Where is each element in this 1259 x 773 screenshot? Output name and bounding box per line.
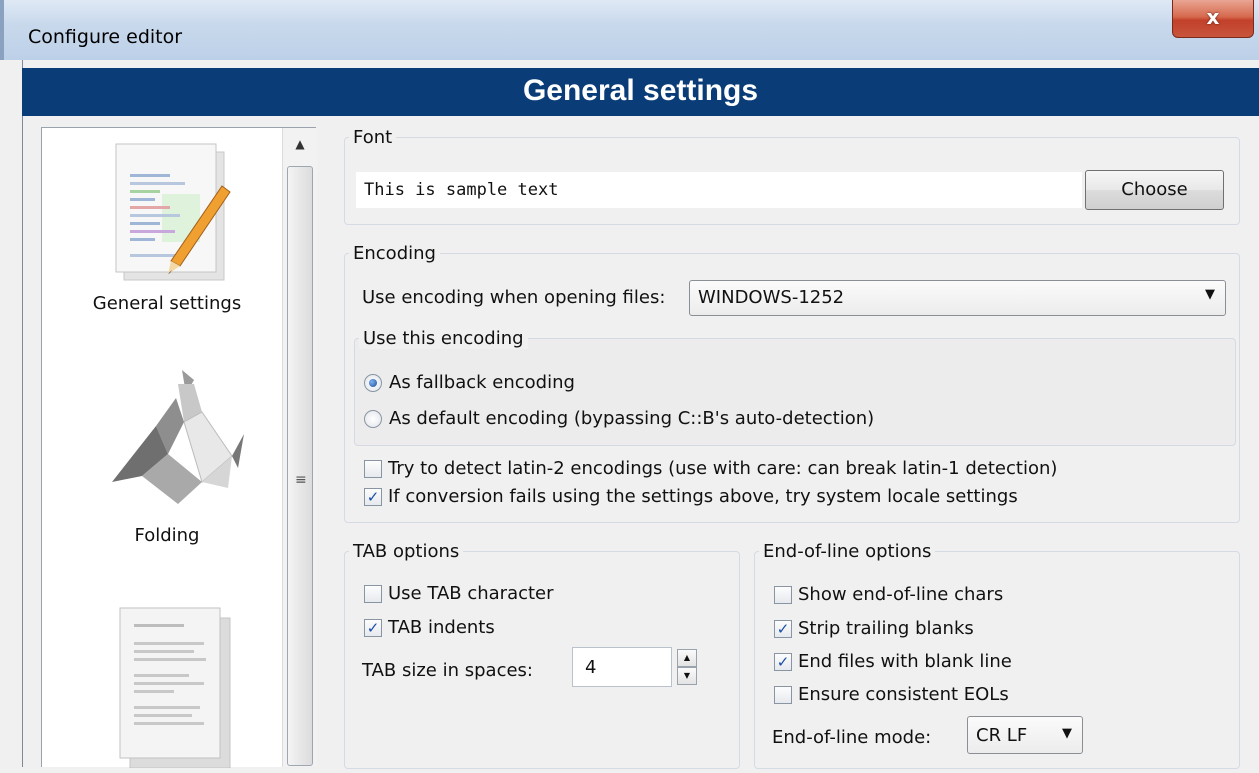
- sidebar-item-document[interactable]: [42, 598, 292, 773]
- tab-indents-checkbox[interactable]: ✓: [364, 618, 382, 637]
- page-title: General settings: [22, 68, 1259, 116]
- spin-down-button[interactable]: ▼: [677, 667, 697, 685]
- end-blank-line-checkbox[interactable]: ✓: [774, 652, 792, 671]
- tab-indents-checkbox-row[interactable]: ✓ TAB indents: [364, 617, 495, 638]
- radio-fallback-indicator[interactable]: [364, 373, 382, 392]
- locale-checkbox[interactable]: ✓: [364, 487, 382, 506]
- tab-size-value: 4: [585, 657, 597, 678]
- tab-options-legend: TAB options: [353, 541, 460, 562]
- eol-options-legend: End-of-line options: [763, 541, 932, 562]
- scroll-up-icon[interactable]: ▲: [283, 128, 317, 160]
- eol-mode-label: End-of-line mode:: [772, 727, 932, 748]
- use-tab-label: Use TAB character: [388, 583, 554, 604]
- latin2-detect-checkbox-row[interactable]: Try to detect latin-2 encodings (use wit…: [364, 458, 1057, 479]
- close-button[interactable]: x: [1172, 0, 1254, 38]
- strip-blanks-label: Strip trailing blanks: [798, 618, 974, 639]
- choose-font-button[interactable]: Choose: [1085, 170, 1224, 210]
- scrollbar-thumb[interactable]: ≡: [287, 166, 313, 766]
- radio-default-encoding[interactable]: As default encoding (bypassing C::B's au…: [364, 408, 874, 429]
- tab-size-input[interactable]: 4: [572, 647, 672, 687]
- chevron-down-icon: ▼: [1062, 726, 1072, 741]
- category-list[interactable]: General settings Folding: [41, 127, 316, 769]
- encoding-open-label: Use encoding when opening files:: [362, 287, 666, 308]
- latin2-label: Try to detect latin-2 encodings (use wit…: [388, 458, 1058, 479]
- spin-up-button[interactable]: ▲: [677, 649, 697, 667]
- show-eol-checkbox-row[interactable]: Show end-of-line chars: [774, 584, 1003, 605]
- consistent-eol-label: Ensure consistent EOLs: [798, 684, 1009, 705]
- folding-icon: [112, 370, 244, 504]
- use-tab-checkbox-row[interactable]: Use TAB character: [364, 583, 554, 604]
- eol-mode-select[interactable]: CR LF ▼: [967, 716, 1083, 754]
- font-sample-text: This is sample text: [364, 180, 559, 200]
- title-bar: Configure editor: [0, 0, 1259, 60]
- consistent-eol-checkbox[interactable]: [774, 685, 792, 704]
- chevron-down-icon: ▼: [1205, 287, 1215, 302]
- show-eol-checkbox[interactable]: [774, 585, 792, 604]
- end-blank-line-label: End files with blank line: [798, 651, 1012, 672]
- strip-blanks-checkbox[interactable]: ✓: [774, 619, 792, 638]
- show-eol-label: Show end-of-line chars: [798, 584, 1004, 605]
- sidebar-item-label: General settings: [92, 293, 242, 314]
- radio-default-indicator[interactable]: [364, 409, 382, 428]
- font-legend: Font: [353, 127, 393, 148]
- tab-size-label: TAB size in spaces:: [362, 660, 533, 681]
- tab-indents-label: TAB indents: [388, 617, 495, 638]
- sidebar-item-folding[interactable]: Folding: [42, 364, 292, 546]
- consistent-eol-checkbox-row[interactable]: Ensure consistent EOLs: [774, 684, 1009, 705]
- general-settings-icon: [115, 143, 231, 281]
- sidebar-item-label: Folding: [134, 525, 200, 546]
- document-icon: [119, 607, 231, 769]
- radio-fallback-encoding[interactable]: As fallback encoding: [364, 372, 575, 393]
- sidebar-scrollbar[interactable]: ▲ ≡: [282, 128, 317, 767]
- sidebar-item-general-settings[interactable]: General settings: [42, 134, 292, 314]
- encoding-selected-value: WINDOWS-1252: [698, 287, 845, 308]
- use-tab-checkbox[interactable]: [364, 584, 382, 603]
- locale-fallback-checkbox-row[interactable]: ✓ If conversion fails using the settings …: [364, 486, 1018, 507]
- locale-label: If conversion fails using the settings a…: [388, 486, 1018, 507]
- strip-blanks-checkbox-row[interactable]: ✓ Strip trailing blanks: [774, 618, 974, 639]
- latin2-checkbox[interactable]: [364, 459, 382, 478]
- radio-default-label: As default encoding (bypassing C::B's au…: [389, 408, 875, 429]
- radio-fallback-label: As fallback encoding: [389, 372, 575, 393]
- end-blank-line-checkbox-row[interactable]: ✓ End files with blank line: [774, 651, 1012, 672]
- grip-icon: ≡: [295, 472, 307, 488]
- font-sample-box: This is sample text: [356, 172, 1082, 208]
- eol-mode-value: CR LF: [976, 725, 1028, 746]
- window-title: Configure editor: [28, 26, 183, 48]
- encoding-select[interactable]: WINDOWS-1252 ▼: [689, 280, 1226, 316]
- use-this-encoding-legend: Use this encoding: [359, 328, 528, 349]
- encoding-legend: Encoding: [353, 243, 436, 264]
